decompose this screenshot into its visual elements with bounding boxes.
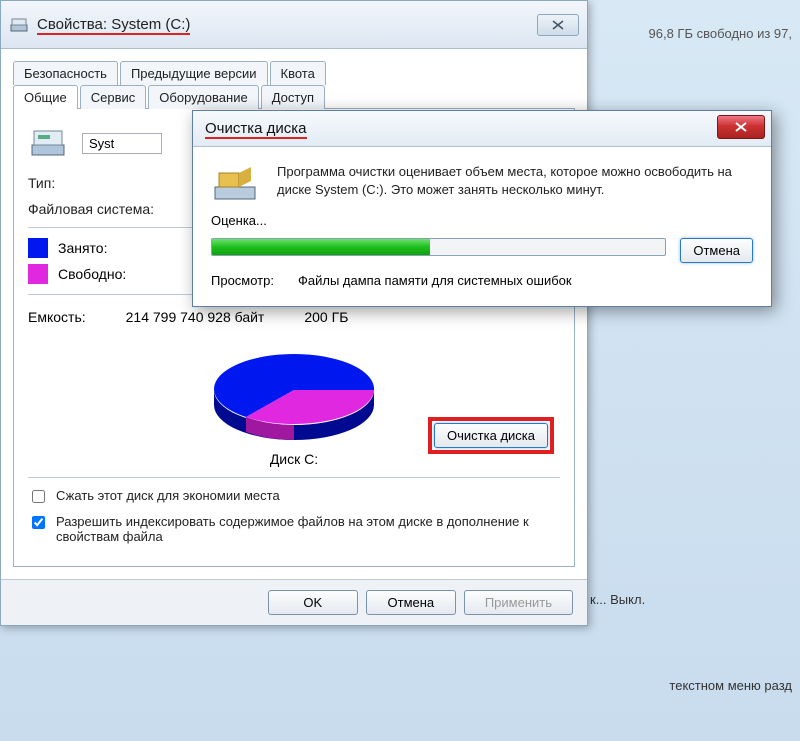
used-swatch (28, 238, 48, 258)
evaluating-label: Оценка... (211, 213, 753, 228)
capacity-bytes: 214 799 740 928 байт (126, 309, 265, 325)
properties-titlebar[interactable]: Свойства: System (C:) (1, 1, 587, 49)
compress-checkbox[interactable] (32, 490, 45, 503)
tab-previous-versions[interactable]: Предыдущие версии (120, 61, 268, 85)
cleanup-cancel-button[interactable]: Отмена (680, 238, 753, 263)
apply-button[interactable]: Применить (464, 590, 573, 615)
cleanup-progress (211, 238, 666, 256)
ok-button[interactable]: OK (268, 590, 358, 615)
close-button[interactable] (537, 14, 579, 36)
bg-free-space: 96,8 ГБ свободно из 97, (649, 26, 793, 41)
bg-mid: к... Выкл. (590, 592, 645, 607)
scan-label: Просмотр: (211, 273, 274, 288)
cleanup-close-button[interactable] (717, 115, 765, 139)
cleanup-icon (211, 163, 259, 203)
index-checkbox-row[interactable]: Разрешить индексировать содержимое файло… (28, 514, 560, 544)
free-swatch (28, 264, 48, 284)
bg-bottom: текстном меню разд (669, 678, 792, 693)
cleanup-titlebar[interactable]: Очистка диска (193, 111, 771, 147)
tab-tools[interactable]: Сервис (80, 85, 147, 109)
properties-title: Свойства: System (C:) (37, 16, 537, 33)
cleanup-title: Очистка диска (205, 120, 717, 137)
properties-window: Свойства: System (C:) Безопасность Преды… (0, 0, 588, 626)
scan-value: Файлы дампа памяти для системных ошибок (298, 273, 572, 288)
tab-sharing[interactable]: Доступ (261, 85, 325, 109)
free-label: Свободно: (58, 266, 126, 282)
drive-name-input[interactable] (82, 133, 162, 154)
cancel-button[interactable]: Отмена (366, 590, 456, 615)
capacity-gb: 200 ГБ (304, 309, 348, 325)
compress-checkbox-row[interactable]: Сжать этот диск для экономии места (28, 488, 560, 506)
drive-large-icon (28, 123, 68, 163)
compress-label: Сжать этот диск для экономии места (56, 488, 280, 503)
index-label: Разрешить индексировать содержимое файло… (56, 514, 560, 544)
disk-cleanup-button[interactable]: Очистка диска (434, 423, 548, 448)
tab-quota[interactable]: Квота (270, 61, 326, 85)
disk-label: Диск C: (270, 451, 318, 467)
tab-general[interactable]: Общие (13, 85, 78, 109)
cleanup-message: Программа очистки оценивает объем места,… (277, 163, 753, 198)
capacity-label: Емкость: (28, 309, 86, 325)
tab-security[interactable]: Безопасность (13, 61, 118, 85)
tab-hardware[interactable]: Оборудование (148, 85, 258, 109)
used-label: Занято: (58, 240, 108, 256)
index-checkbox[interactable] (32, 516, 45, 529)
drive-icon (9, 15, 29, 35)
usage-pie-chart (204, 335, 384, 445)
disk-cleanup-dialog: Очистка диска Программа очистки оценивае… (192, 110, 772, 307)
